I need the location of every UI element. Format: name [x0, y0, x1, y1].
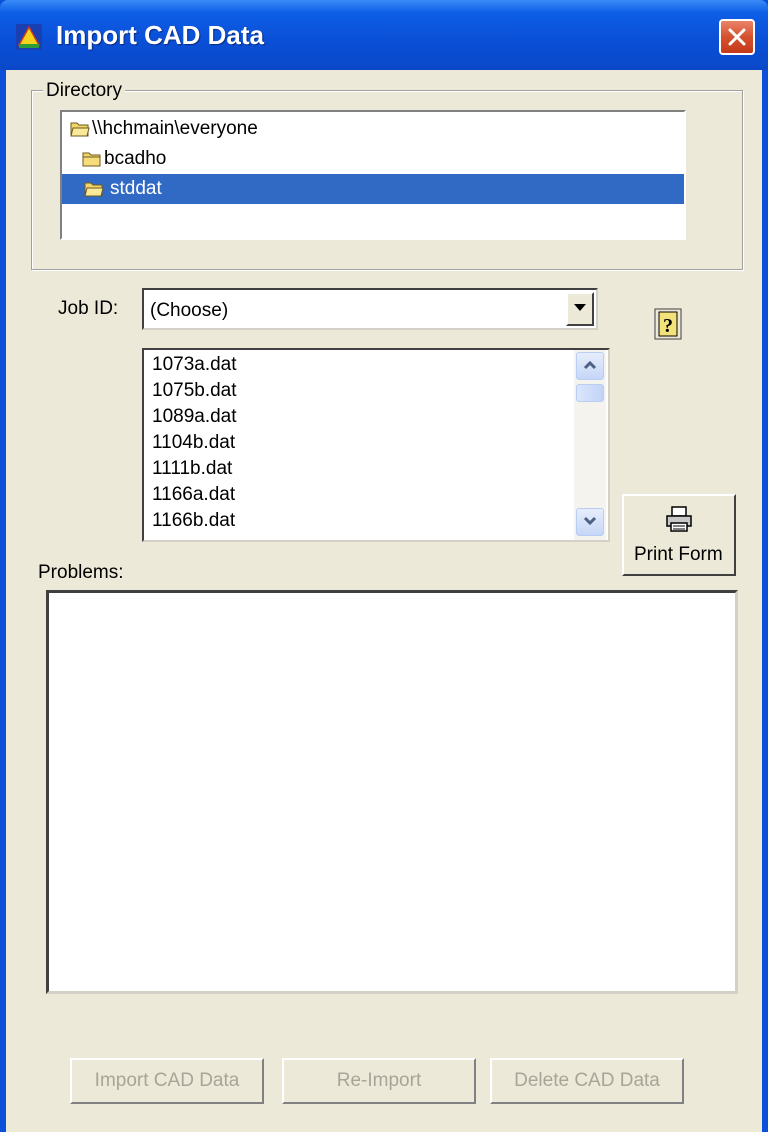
svg-text:?: ? [663, 315, 673, 337]
file-list-item[interactable]: 1104b.dat [152, 430, 235, 456]
close-icon [728, 28, 746, 46]
scroll-down-button[interactable] [576, 508, 604, 536]
re-import-button[interactable]: Re-Import [282, 1058, 476, 1104]
printer-icon [666, 506, 692, 532]
directory-label: Directory [43, 80, 126, 102]
help-icon[interactable]: ? [654, 308, 682, 340]
file-list-item[interactable]: 1075b.dat [152, 378, 237, 404]
chevron-down-icon [574, 304, 586, 311]
title-bar[interactable]: Import CAD Data [0, 0, 768, 70]
delete-cad-data-label: Delete CAD Data [514, 1070, 660, 1091]
directory-list[interactable]: \\hchmain\everyone bcadho stddat [60, 110, 686, 240]
re-import-label: Re-Import [336, 1070, 422, 1091]
delete-cad-data-button[interactable]: Delete CAD Data [490, 1058, 684, 1104]
job-id-combobox[interactable]: (Choose) [142, 288, 598, 330]
problems-textarea[interactable] [46, 590, 738, 994]
chevron-up-icon [583, 360, 597, 370]
scroll-up-button[interactable] [576, 352, 604, 380]
directory-item-label: \\hchmain\everyone [92, 118, 258, 139]
file-list-item[interactable]: 1073a.dat [152, 352, 237, 378]
file-list-item[interactable]: 1166a.dat [152, 482, 235, 508]
problems-label: Problems: [38, 562, 124, 583]
window-title: Import CAD Data [56, 20, 265, 50]
folder-icon [82, 152, 101, 167]
file-list-item[interactable]: 1166b.dat [152, 508, 235, 534]
open-folder-icon [84, 182, 104, 197]
vertical-scrollbar[interactable] [574, 350, 606, 540]
app-icon [16, 24, 42, 50]
dialog-body: Directory \\hchmain\everyone bcadho stdd… [6, 70, 762, 1132]
file-list-item[interactable]: 1111b.dat [152, 456, 232, 482]
scroll-thumb[interactable] [576, 384, 604, 402]
directory-item-label: bcadho [104, 148, 167, 169]
job-id-value: (Choose) [150, 300, 229, 321]
directory-item[interactable]: \\hchmain\everyone [70, 114, 670, 144]
open-folder-icon [70, 122, 90, 137]
import-cad-data-button[interactable]: Import CAD Data [70, 1058, 264, 1104]
chevron-down-icon [583, 516, 597, 526]
directory-item-selected[interactable]: stddat [62, 174, 684, 204]
directory-item-label: stddat [110, 178, 162, 199]
import-cad-data-label: Import CAD Data [94, 1070, 240, 1091]
dropdown-button[interactable] [566, 292, 594, 326]
print-form-button[interactable]: Print Form [622, 494, 736, 576]
job-file-list[interactable]: 1073a.dat 1075b.dat 1089a.dat 1104b.dat … [142, 348, 610, 542]
job-id-label: Job ID: [58, 298, 119, 319]
import-cad-data-window: Import CAD Data Directory \\hchmain\ever… [0, 0, 768, 1132]
print-form-label: Print Form [634, 544, 723, 565]
directory-item[interactable]: bcadho [82, 144, 662, 174]
file-list-item[interactable]: 1089a.dat [152, 404, 237, 430]
close-button[interactable] [719, 19, 755, 55]
